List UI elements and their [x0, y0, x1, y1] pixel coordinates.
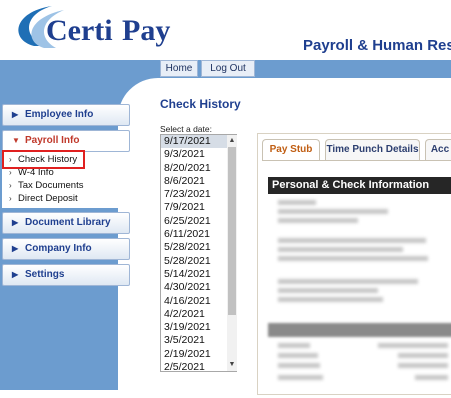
chevron-right-icon: ▶ — [12, 270, 19, 279]
certipay-logo: Certi Pay — [18, 6, 170, 48]
logout-link[interactable]: Log Out — [201, 60, 255, 77]
date-option[interactable]: 6/11/2021 — [161, 228, 236, 241]
date-option[interactable]: 5/28/2021 — [161, 241, 236, 254]
sidebar-item-label: Payroll Info — [25, 135, 80, 146]
redacted-section-header — [268, 323, 451, 337]
redacted-text — [378, 343, 448, 348]
redacted-text — [398, 363, 448, 368]
date-option[interactable]: 5/28/2021 — [161, 255, 236, 268]
header: Certi Pay Payroll & Human Res — [0, 0, 451, 60]
redacted-text — [278, 343, 310, 348]
redacted-text — [278, 297, 383, 302]
date-option[interactable]: 3/5/2021 — [161, 334, 236, 347]
svg-text:Pay: Pay — [122, 14, 170, 47]
sidebar: ▶ Employee Info ▼ Payroll Info › Check H… — [2, 104, 130, 290]
redacted-text — [278, 279, 418, 284]
home-link[interactable]: Home — [160, 60, 198, 77]
scroll-up-icon[interactable]: ▲ — [227, 136, 237, 146]
date-option[interactable]: 4/30/2021 — [161, 281, 236, 294]
select-date-label: Select a date: — [160, 124, 212, 134]
redacted-text — [278, 247, 403, 252]
redacted-text — [398, 353, 448, 358]
date-listbox[interactable]: 9/17/2021 9/3/2021 8/20/2021 8/6/2021 7/23/2… — [160, 134, 237, 372]
date-option[interactable]: 9/17/2021 — [161, 135, 236, 149]
caret-right-icon: › — [9, 181, 12, 190]
section-header: Personal & Check Information — [268, 177, 451, 194]
submenu-item-tax-documents[interactable]: › Tax Documents — [2, 179, 130, 192]
redacted-text — [278, 200, 316, 205]
date-option[interactable]: 2/19/2021 — [161, 348, 236, 361]
tab-time-punch-details[interactable]: Time Punch Details — [325, 139, 420, 160]
page-title: Check History — [160, 97, 241, 111]
redacted-text — [278, 238, 426, 243]
date-option[interactable]: 3/19/2021 — [161, 321, 236, 334]
date-option[interactable]: 8/20/2021 — [161, 162, 236, 175]
header-title: Payroll & Human Res — [303, 37, 451, 54]
sidebar-item-settings[interactable]: ▶ Settings — [2, 264, 130, 286]
sidebar-item-employee-info[interactable]: ▶ Employee Info — [2, 104, 130, 126]
date-option[interactable]: 7/9/2021 — [161, 201, 236, 214]
sidebar-item-label: Document Library — [25, 217, 111, 228]
redacted-text — [278, 256, 428, 261]
submenu-item-label: Tax Documents — [18, 180, 84, 191]
sidebar-item-label: Company Info — [25, 243, 92, 254]
chevron-right-icon: ▶ — [12, 218, 19, 227]
tab-accruals[interactable]: Acc — [425, 139, 451, 160]
chevron-right-icon: ▶ — [12, 110, 19, 119]
scroll-thumb[interactable] — [228, 147, 236, 315]
date-option[interactable]: 4/16/2021 — [161, 295, 236, 308]
date-option[interactable]: 6/25/2021 — [161, 215, 236, 228]
date-option[interactable]: 8/6/2021 — [161, 175, 236, 188]
submenu-item-label: Direct Deposit — [18, 193, 78, 204]
chevron-right-icon: ▶ — [12, 244, 19, 253]
sidebar-item-label: Settings — [25, 269, 65, 280]
redacted-text — [278, 209, 388, 214]
redacted-text — [415, 375, 448, 380]
sidebar-item-company-info[interactable]: ▶ Company Info — [2, 238, 130, 260]
submenu-item-direct-deposit[interactable]: › Direct Deposit — [2, 192, 130, 205]
sidebar-item-label: Employee Info — [25, 109, 94, 120]
date-option[interactable]: 9/3/2021 — [161, 148, 236, 161]
redacted-text — [278, 288, 378, 293]
tab-pay-stub[interactable]: Pay Stub — [262, 139, 320, 160]
sidebar-item-document-library[interactable]: ▶ Document Library — [2, 212, 130, 234]
caret-right-icon: › — [9, 194, 12, 203]
redacted-text — [278, 375, 323, 380]
highlight-box — [2, 150, 85, 169]
scroll-down-icon[interactable]: ▼ — [227, 360, 237, 370]
sidebar-item-payroll-info[interactable]: ▼ Payroll Info — [2, 130, 130, 152]
redacted-text — [278, 363, 320, 368]
redacted-text — [278, 218, 358, 223]
date-option[interactable]: 4/2/2021 — [161, 308, 236, 321]
tab-divider — [262, 160, 451, 161]
chevron-down-icon: ▼ — [12, 136, 20, 145]
date-option[interactable]: 7/23/2021 — [161, 188, 236, 201]
date-option[interactable]: 2/5/2021 — [161, 361, 236, 371]
svg-text:Certi: Certi — [46, 14, 113, 47]
date-option[interactable]: 5/14/2021 — [161, 268, 236, 281]
redacted-text — [278, 353, 318, 358]
